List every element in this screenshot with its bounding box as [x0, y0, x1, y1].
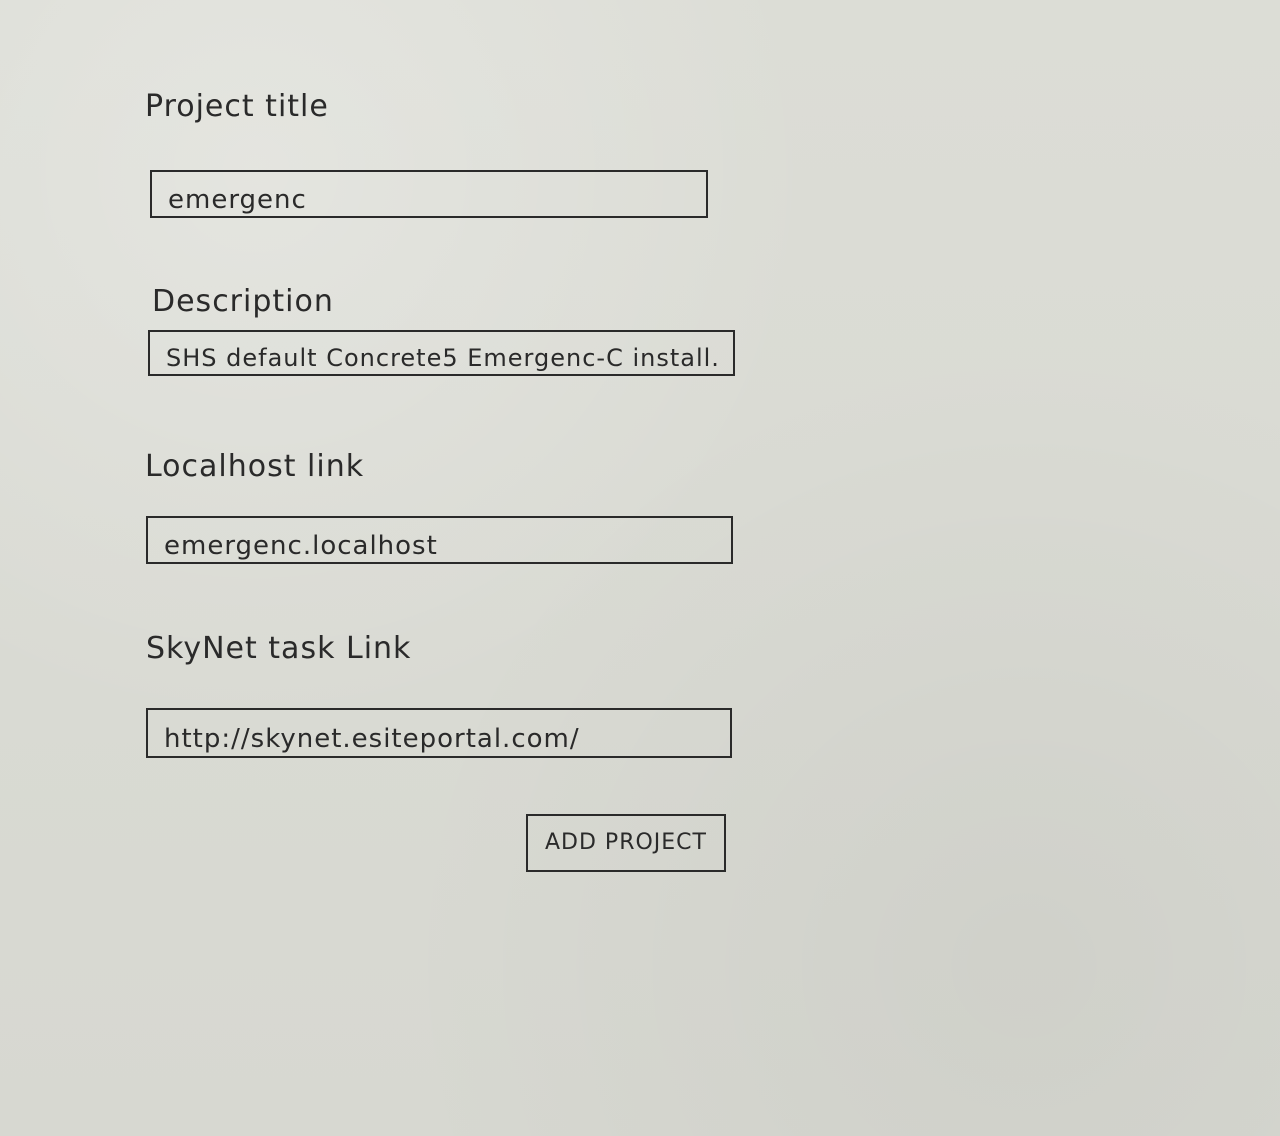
add-project-form: Project title Description Localhost link… [0, 0, 1280, 1136]
add-project-button[interactable]: ADD PROJECT [526, 814, 726, 872]
skynet-task-link-input[interactable] [146, 708, 732, 758]
description-label: Description [152, 284, 334, 319]
localhost-link-label: Localhost link [145, 449, 365, 484]
project-title-input[interactable] [150, 170, 708, 218]
skynet-task-link-label: SkyNet task Link [146, 631, 412, 666]
project-title-label: Project title [145, 89, 329, 124]
localhost-link-input[interactable] [146, 516, 733, 564]
description-input[interactable] [148, 330, 735, 376]
